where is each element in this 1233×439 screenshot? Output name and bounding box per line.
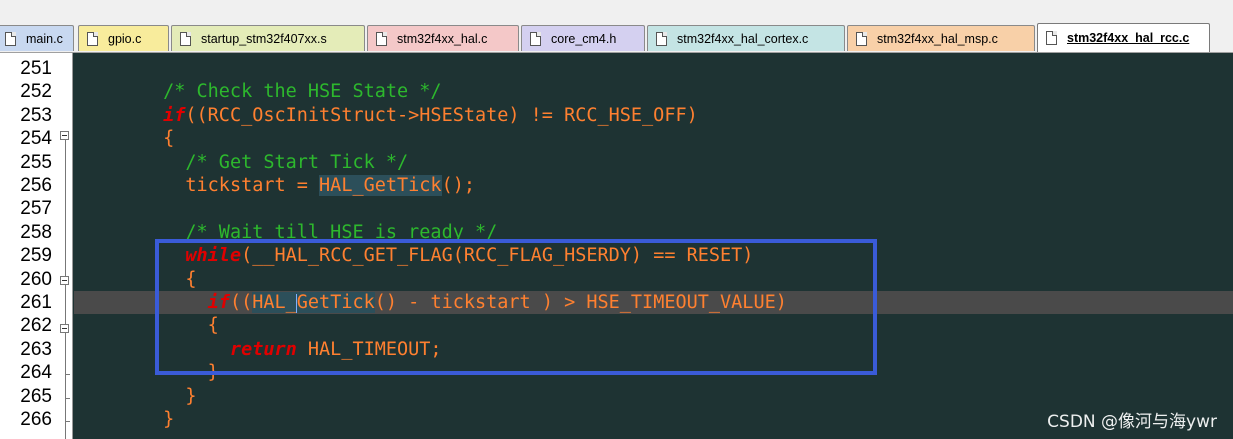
line-number: 256 bbox=[20, 175, 52, 196]
code-token: } bbox=[163, 409, 175, 430]
tab-label: gpio.c bbox=[108, 31, 142, 46]
code-line[interactable]: /* Check the HSE State */ bbox=[74, 80, 1233, 103]
line-number: 259 bbox=[20, 245, 52, 267]
file-icon bbox=[376, 31, 387, 46]
tab-label: stm32f4xx_hal.c bbox=[397, 31, 488, 46]
line-number: 255 bbox=[20, 151, 52, 173]
line-number: 251 bbox=[20, 58, 52, 79]
file-icon bbox=[530, 31, 541, 46]
line-number-gutter: 251 252 253 254 255 256 257 258 259 260 261 262 263 2… bbox=[0, 53, 73, 439]
line-number: 257 bbox=[20, 198, 52, 220]
code-token: ((RCC_OscInitStruct->HSEState) != RCC_HS… bbox=[185, 104, 698, 126]
line-number: 266 bbox=[20, 409, 52, 430]
file-icon bbox=[87, 31, 98, 46]
code-token: HAL_GetTick bbox=[319, 175, 442, 196]
tab-label: stm32f4xx_hal_rcc.c bbox=[1067, 31, 1190, 45]
tab-label: core_cm4.h bbox=[551, 31, 617, 46]
code-line[interactable]: } bbox=[74, 385, 1233, 408]
line-number: 265 bbox=[20, 385, 52, 407]
code-token: tickstart = bbox=[185, 175, 320, 196]
window-top-strip bbox=[0, 0, 1233, 22]
file-icon bbox=[1046, 31, 1057, 45]
line-number: 262 bbox=[20, 315, 52, 337]
line-number: 263 bbox=[20, 338, 52, 360]
tab-label: stm32f4xx_hal_cortex.c bbox=[677, 31, 809, 46]
fold-toggle-icon[interactable] bbox=[60, 324, 69, 333]
file-icon bbox=[180, 31, 191, 46]
tab-label: main.c bbox=[26, 31, 63, 46]
line-number: 252 bbox=[20, 81, 52, 103]
file-tab-bar: main.c gpio.c startup_stm32f407xx.s stm3… bbox=[0, 22, 1233, 53]
line-number: 264 bbox=[20, 362, 52, 384]
tab-startup-s[interactable]: startup_stm32f407xx.s bbox=[171, 25, 365, 51]
watermark: CSDN @像河与海ywr bbox=[1047, 412, 1217, 432]
fold-guide bbox=[65, 139, 66, 439]
highlight-box bbox=[155, 239, 877, 375]
code-line[interactable]: if((RCC_OscInitStruct->HSEState) != RCC_… bbox=[74, 104, 1233, 127]
tab-hal-msp-c[interactable]: stm32f4xx_hal_msp.c bbox=[847, 25, 1035, 51]
line-number: 261 bbox=[20, 292, 52, 313]
tab-core-cm4-h[interactable]: core_cm4.h bbox=[521, 25, 645, 51]
comment-token: /* Check the HSE State */ bbox=[163, 81, 442, 103]
code-token: { bbox=[163, 128, 175, 150]
fold-end-tick bbox=[65, 398, 70, 399]
file-icon bbox=[5, 31, 16, 46]
tab-gpio-c[interactable]: gpio.c bbox=[78, 25, 169, 51]
fold-toggle-icon[interactable] bbox=[60, 276, 69, 285]
tab-hal-cortex-c[interactable]: stm32f4xx_hal_cortex.c bbox=[647, 25, 845, 51]
code-line[interactable] bbox=[74, 57, 1233, 80]
tab-label: startup_stm32f407xx.s bbox=[201, 31, 327, 46]
comment-token: /* Get Start Tick */ bbox=[185, 151, 409, 173]
file-icon bbox=[856, 31, 867, 46]
code-line[interactable] bbox=[74, 197, 1233, 220]
keyword-token: if bbox=[163, 104, 186, 126]
tab-label: stm32f4xx_hal_msp.c bbox=[877, 31, 998, 46]
tab-stm32f4xx-hal-c[interactable]: stm32f4xx_hal.c bbox=[367, 25, 519, 51]
code-line[interactable]: tickstart = HAL_GetTick(); bbox=[74, 174, 1233, 197]
fold-end-tick bbox=[65, 374, 70, 375]
fold-toggle-icon[interactable] bbox=[60, 131, 69, 140]
tab-hal-rcc-c[interactable]: stm32f4xx_hal_rcc.c bbox=[1037, 23, 1210, 52]
tab-main-c[interactable]: main.c bbox=[0, 25, 74, 51]
code-line[interactable]: /* Get Start Tick */ bbox=[74, 151, 1233, 174]
line-number: 254 bbox=[20, 128, 52, 150]
code-line[interactable]: { bbox=[74, 127, 1233, 150]
code-token: } bbox=[185, 385, 197, 407]
line-number: 260 bbox=[20, 268, 52, 290]
fold-end-tick bbox=[65, 421, 70, 422]
line-number: 258 bbox=[20, 221, 52, 243]
line-number: 253 bbox=[20, 104, 52, 126]
code-token: (); bbox=[441, 175, 475, 196]
file-icon bbox=[656, 31, 667, 46]
